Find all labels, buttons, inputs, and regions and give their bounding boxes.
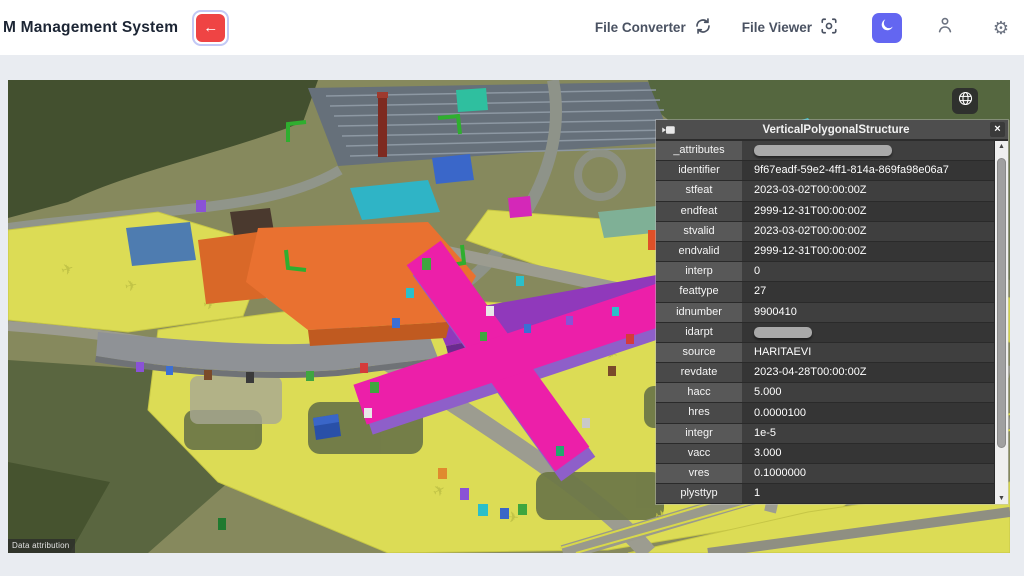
attribute-value: HARITAEVI [742, 343, 994, 362]
attribute-label: idarpt [656, 323, 742, 342]
attribute-row: _attributes [656, 141, 994, 161]
attribute-value: 1 [742, 484, 994, 503]
map-viewport: ✈ ✈ ✈ ✈ ✈ ✈ ✈ ✈ ✈ ✈ ✈ [8, 80, 1010, 553]
attribute-value: 2023-03-02T00:00:00Z [742, 181, 994, 200]
map-attribution: Data attribution [8, 539, 75, 553]
attribute-label: _attributes [656, 141, 742, 160]
settings-button[interactable]: ⚙ [988, 15, 1014, 41]
file-converter-button[interactable]: File Converter [595, 17, 712, 38]
attribute-value: 5.000 [742, 383, 994, 402]
back-button[interactable]: ← [192, 10, 229, 46]
attribute-value: 3.000 [742, 444, 994, 463]
attribute-row: vacc 3.000 [656, 444, 994, 464]
scroll-up-icon[interactable]: ▲ [995, 141, 1008, 152]
attribute-value: 27 [742, 282, 994, 301]
attribute-label: endfeat [656, 202, 742, 221]
globe-icon [957, 90, 974, 112]
attribute-row: revdate 2023-04-28T00:00:00Z [656, 363, 994, 383]
attribute-label: revdate [656, 363, 742, 382]
attribute-row: hres 0.0000100 [656, 403, 994, 423]
attribute-label: hres [656, 403, 742, 422]
attribute-label: hacc [656, 383, 742, 402]
attribute-value: 2023-04-28T00:00:00Z [742, 363, 994, 382]
attribute-row: plysttyp 1 [656, 484, 994, 504]
attribute-value: 0 [742, 262, 994, 281]
panel-scrollbar: ▲ ▼ [994, 141, 1008, 504]
attribute-label: identifier [656, 161, 742, 180]
attribute-value: 0.0000100 [742, 403, 994, 422]
attribute-row: stvalid 2023-03-02T00:00:00Z [656, 222, 994, 242]
moon-icon [879, 17, 895, 38]
attribute-label: interp [656, 262, 742, 281]
attribute-value: 2023-03-02T00:00:00Z [742, 222, 994, 241]
file-viewer-button[interactable]: File Viewer [742, 17, 838, 38]
globe-view-button[interactable] [952, 88, 978, 114]
attribute-label: vacc [656, 444, 742, 463]
attribute-label: integr [656, 424, 742, 443]
scrollbar-thumb[interactable] [997, 158, 1006, 448]
attribute-label: idnumber [656, 303, 742, 322]
attribute-label: vres [656, 464, 742, 483]
scan-icon [820, 17, 838, 38]
attribute-value: 2999-12-31T00:00:00Z [742, 242, 994, 261]
attribute-label: source [656, 343, 742, 362]
close-icon[interactable]: × [990, 122, 1005, 137]
redacted-value-pill [754, 145, 892, 156]
attribute-label: plysttyp [656, 484, 742, 503]
panel-header: VerticalPolygonalStructure × [656, 120, 1008, 141]
panel-title: VerticalPolygonalStructure [682, 124, 990, 136]
attribute-row: endvalid 2999-12-31T00:00:00Z [656, 242, 994, 262]
attribute-value: 9900410 [742, 303, 994, 322]
attribute-row: feattype 27 [656, 282, 994, 302]
attribute-value: 1e-5 [742, 424, 994, 443]
scrollbar-track[interactable] [995, 152, 1008, 493]
app-header: M Management System ← File Converter Fil… [0, 0, 1024, 55]
file-converter-label: File Converter [595, 20, 686, 35]
scroll-down-icon[interactable]: ▼ [995, 493, 1008, 504]
arrow-left-icon: ← [203, 19, 218, 36]
attribute-row: integr 1e-5 [656, 424, 994, 444]
app-title: M Management System [3, 19, 178, 37]
file-viewer-label: File Viewer [742, 20, 812, 35]
chimney-structure [378, 95, 387, 157]
attribute-row: interp 0 [656, 262, 994, 282]
attribute-row: identifier 9f67eadf-59e2-4ff1-814a-869fa… [656, 161, 994, 181]
attribute-row: source HARITAEVI [656, 343, 994, 363]
attribute-row: idarpt [656, 323, 994, 343]
attribute-value: 9f67eadf-59e2-4ff1-814a-869fa98e06a7 [742, 161, 994, 180]
attribute-label: endvalid [656, 242, 742, 261]
camera-icon [661, 124, 676, 136]
header-nav: File Converter File Viewer [595, 13, 1014, 43]
attribute-value [742, 323, 994, 342]
attribute-label: feattype [656, 282, 742, 301]
person-icon [935, 15, 955, 40]
user-profile-button[interactable] [932, 15, 958, 41]
attribute-value: 0.1000000 [742, 464, 994, 483]
attribute-row: endfeat 2999-12-31T00:00:00Z [656, 202, 994, 222]
attribute-row: idnumber 9900410 [656, 303, 994, 323]
attribute-value: 2999-12-31T00:00:00Z [742, 202, 994, 221]
attribute-value [742, 141, 994, 160]
attribute-label: stvalid [656, 222, 742, 241]
attribute-row: vres 0.1000000 [656, 464, 994, 484]
feature-properties-panel: VerticalPolygonalStructure × _attributes… [656, 120, 1008, 504]
sync-icon [694, 17, 712, 38]
attribute-row: stfeat 2023-03-02T00:00:00Z [656, 181, 994, 201]
gear-icon: ⚙ [993, 19, 1009, 37]
attribute-row: hacc 5.000 [656, 383, 994, 403]
redacted-value-pill [754, 327, 812, 338]
dark-mode-toggle[interactable] [872, 13, 902, 43]
panel-body-rows: _attributes identifier 9f67eadf-59e2-4ff… [656, 141, 994, 504]
attribute-label: stfeat [656, 181, 742, 200]
